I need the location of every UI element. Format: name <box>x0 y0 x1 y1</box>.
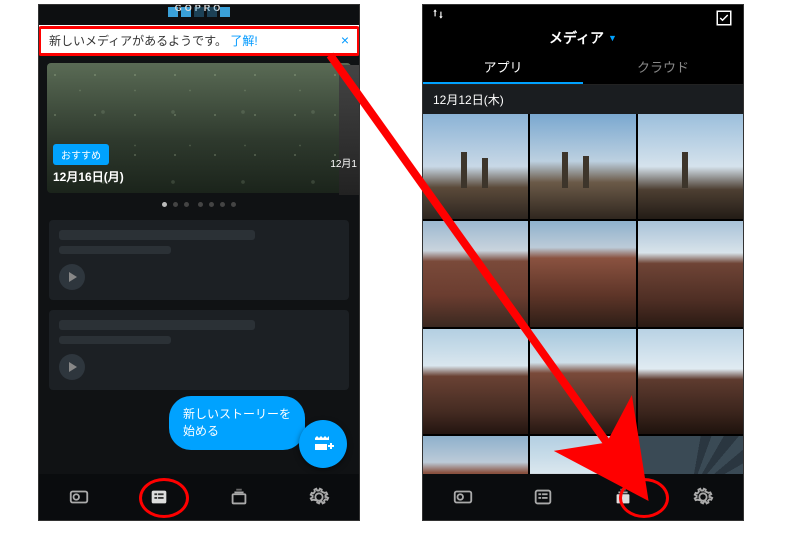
bottom-tabbar <box>39 474 359 520</box>
new-media-banner[interactable]: 新しいメディアがあるようです。 了解! × <box>39 25 359 55</box>
gear-icon <box>689 486 717 508</box>
play-icon[interactable] <box>59 354 85 380</box>
media-thumb[interactable] <box>638 114 743 219</box>
tab-media[interactable] <box>225 486 253 508</box>
bottom-tabbar <box>423 474 743 520</box>
banner-ok-link[interactable]: 了解! <box>230 34 257 48</box>
featured-badge: おすすめ <box>53 144 109 165</box>
tab-camera[interactable] <box>449 486 477 508</box>
phone-media-screen: メディア ▼ アプリ クラウド 12月12日(木) <box>422 4 744 521</box>
gear-icon <box>305 486 333 508</box>
date-section-header: 12月12日(木) <box>423 85 743 114</box>
tab-media[interactable] <box>609 486 637 508</box>
featured-card[interactable]: おすすめ 12月16日(月) <box>47 63 351 193</box>
media-stack-icon <box>225 486 253 508</box>
title-bar: メディア ▼ <box>423 23 743 53</box>
tab-cloud[interactable]: クラウド <box>583 53 743 84</box>
story-card-1[interactable] <box>49 220 349 300</box>
select-mode-button[interactable] <box>715 9 733 30</box>
play-icon[interactable] <box>59 264 85 290</box>
media-grid <box>423 114 743 521</box>
media-stack-icon <box>609 486 637 508</box>
media-thumb[interactable] <box>530 221 635 326</box>
screen-title: メディア <box>549 28 604 48</box>
media-thumb[interactable] <box>423 329 528 434</box>
banner-message: 新しいメディアがあるようです。 <box>49 34 227 48</box>
story-card-2[interactable] <box>49 310 349 390</box>
tab-settings[interactable] <box>305 486 333 508</box>
tab-list[interactable] <box>145 486 173 508</box>
logo-bar: GOPRO <box>39 5 359 25</box>
list-icon <box>145 486 173 508</box>
featured-peek <box>339 65 359 195</box>
media-thumb[interactable] <box>530 114 635 219</box>
featured-date: 12月16日(月) <box>53 168 124 185</box>
camera-icon <box>65 486 93 508</box>
banner-close-button[interactable]: × <box>341 32 349 48</box>
fab-tooltip: 新しいストーリーを 始める <box>169 396 305 450</box>
new-story-fab[interactable] <box>299 420 347 468</box>
tab-camera[interactable] <box>65 486 93 508</box>
tab-app[interactable]: アプリ <box>423 53 583 84</box>
tab-list[interactable] <box>529 486 557 508</box>
phone-home-screen: GOPRO 新しいメディアがあるようです。 了解! × おすすめ 12月16日(… <box>38 4 360 521</box>
media-source-tabs: アプリ クラウド <box>423 53 743 85</box>
sort-icon[interactable] <box>431 7 445 21</box>
media-thumb[interactable] <box>530 329 635 434</box>
media-thumb[interactable] <box>638 221 743 326</box>
featured-peek-date: 12月1 <box>330 155 357 170</box>
carousel-dots <box>39 199 359 210</box>
tab-settings[interactable] <box>689 486 717 508</box>
camera-icon <box>449 486 477 508</box>
checkbox-icon <box>715 9 733 27</box>
status-bar <box>423 5 743 23</box>
media-thumb[interactable] <box>638 329 743 434</box>
media-thumb[interactable] <box>423 221 528 326</box>
dropdown-arrow-icon[interactable]: ▼ <box>608 33 617 43</box>
media-thumb[interactable] <box>423 114 528 219</box>
list-icon <box>529 486 557 508</box>
clapperboard-plus-icon <box>311 432 335 456</box>
